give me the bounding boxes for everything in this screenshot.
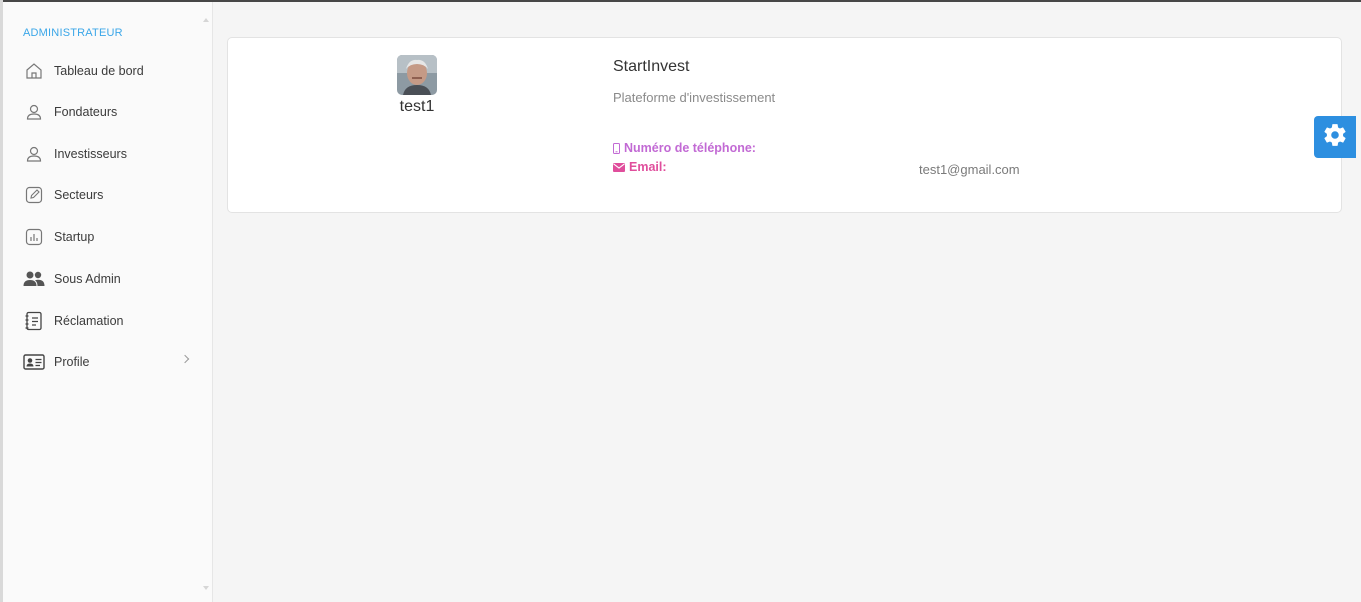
chevron-right-icon xyxy=(180,354,190,364)
email-label: Email: xyxy=(613,160,667,174)
phone-label-text: Numéro de téléphone: xyxy=(624,141,756,155)
sidebar-item-fondateurs[interactable]: Fondateurs xyxy=(23,97,198,127)
sidebar-item-reclamation[interactable]: Réclamation xyxy=(23,306,198,336)
sidebar-item-tableau-de-bord[interactable]: Tableau de bord xyxy=(23,56,198,86)
user-icon xyxy=(23,143,45,165)
phone-label: Numéro de téléphone: xyxy=(613,141,756,155)
user-icon xyxy=(23,101,45,123)
sidebar-item-label: Investisseurs xyxy=(54,147,127,161)
sidebar-item-label: Secteurs xyxy=(54,188,104,202)
profile-username: test1 xyxy=(399,98,435,115)
sidebar-item-label: Tableau de bord xyxy=(54,64,144,78)
sidebar-item-sous-admin[interactable]: Sous Admin xyxy=(23,264,198,294)
notebook-icon xyxy=(23,310,45,332)
scroll-down-arrow-icon[interactable] xyxy=(203,586,209,590)
users-icon xyxy=(23,268,45,290)
sidebar-item-secteurs[interactable]: Secteurs xyxy=(23,180,198,210)
gear-icon xyxy=(1322,122,1348,153)
sidebar-item-label: Profile xyxy=(54,355,90,369)
settings-button[interactable] xyxy=(1314,116,1356,158)
bar-chart-icon xyxy=(23,226,45,248)
email-label-text: Email: xyxy=(629,160,667,174)
email-value: test1@gmail.com xyxy=(919,162,1020,177)
sidebar-item-label: Sous Admin xyxy=(54,272,121,286)
company-tagline: Plateforme d'investissement xyxy=(613,90,776,105)
edit-icon xyxy=(23,184,45,206)
mobile-phone-icon xyxy=(613,142,620,154)
sidebar-item-label: Fondateurs xyxy=(54,105,118,119)
sidebar-section-title: ADMINISTRATEUR xyxy=(23,27,123,39)
sidebar-item-startup[interactable]: Startup xyxy=(23,222,198,252)
profile-card: test1 StartInvest Plateforme d'investiss… xyxy=(227,37,1342,213)
sidebar-item-label: Réclamation xyxy=(54,314,124,328)
sidebar-item-investisseurs[interactable]: Investisseurs xyxy=(23,139,198,169)
avatar xyxy=(397,55,437,95)
home-icon xyxy=(23,60,45,82)
envelope-icon xyxy=(613,162,625,172)
scroll-up-arrow-icon[interactable] xyxy=(203,18,209,22)
sidebar: ADMINISTRATEUR Tableau de bord Fondateur… xyxy=(3,2,213,602)
company-name: StartInvest xyxy=(613,58,690,75)
id-card-icon xyxy=(23,351,45,373)
sidebar-item-label: Startup xyxy=(54,230,95,244)
sidebar-item-profile[interactable]: Profile xyxy=(23,347,198,377)
